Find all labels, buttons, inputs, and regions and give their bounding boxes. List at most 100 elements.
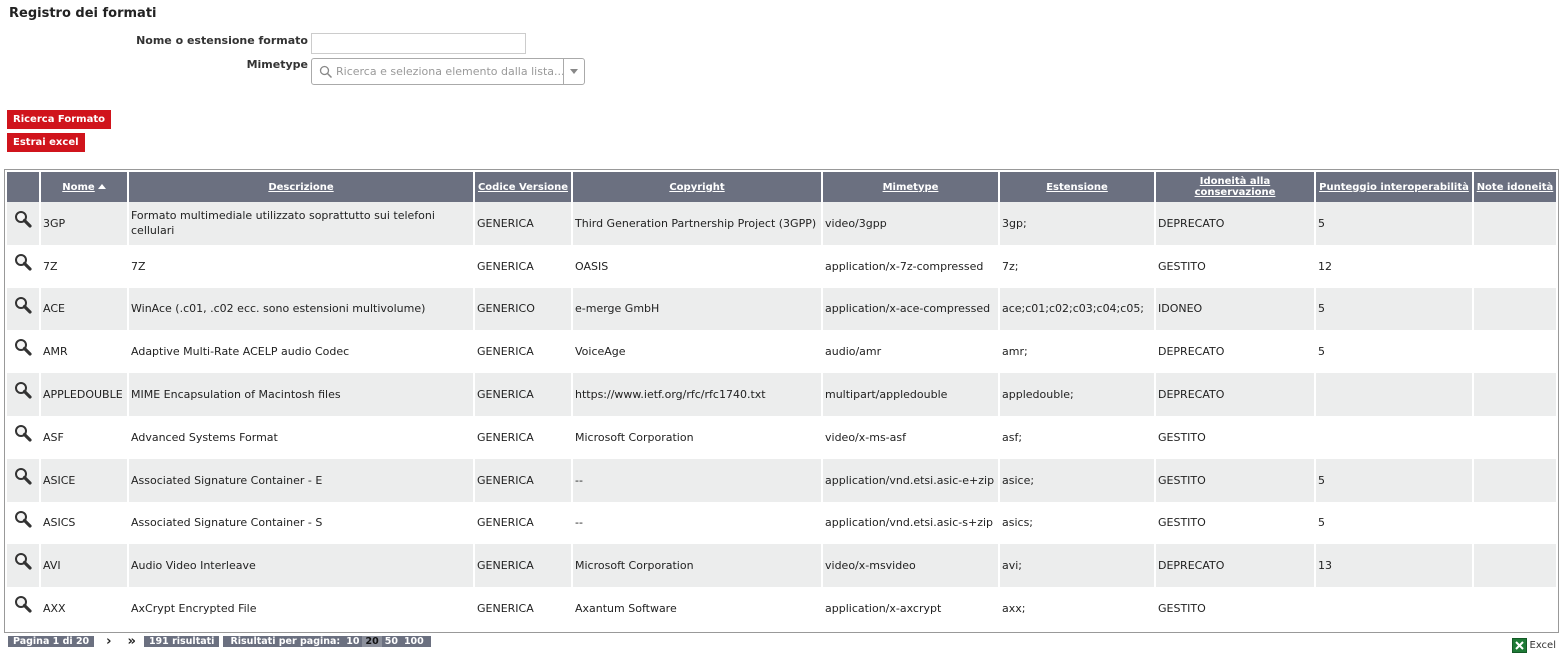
- cell-copyright: Microsoft Corporation: [573, 415, 821, 459]
- cell-nome: APPLEDOUBLE: [41, 373, 127, 416]
- col-header-codice-versione[interactable]: Codice Versione: [475, 170, 571, 202]
- mimetype-dropdown-toggle[interactable]: [563, 59, 584, 84]
- magnifier-icon[interactable]: [14, 424, 32, 442]
- magnifier-icon[interactable]: [14, 338, 32, 356]
- cell-idoneita: DEPRECATO: [1156, 330, 1314, 374]
- cell-punteggio: [1316, 373, 1472, 416]
- cell-punteggio: 12: [1316, 244, 1472, 288]
- magnifier-icon[interactable]: [14, 381, 32, 399]
- col-header-estensione[interactable]: Estensione: [1000, 170, 1154, 202]
- cell-nome: ASF: [41, 415, 127, 459]
- cell-note: [1474, 202, 1556, 245]
- magnifier-icon[interactable]: [14, 253, 32, 271]
- cell-codice: GENERICA: [475, 330, 571, 374]
- cell-mimetype: video/3gpp: [823, 202, 998, 245]
- page-title: Registro dei formati: [9, 6, 157, 21]
- per-page-option[interactable]: 100: [401, 636, 427, 647]
- view-row-cell: [7, 330, 39, 374]
- cell-codice: GENERICA: [475, 244, 571, 288]
- cell-mimetype: video/x-ms-asf: [823, 415, 998, 459]
- cell-estensione: 3gp;: [1000, 202, 1154, 245]
- col-header-idoneita[interactable]: Idoneità alla conservazione: [1156, 170, 1314, 202]
- mimetype-select[interactable]: Ricerca e seleziona elemento dalla lista…: [311, 58, 585, 85]
- col-header-nome-label: Nome: [62, 181, 95, 193]
- table-row: AMR Adaptive Multi-Rate ACELP audio Codec…: [7, 330, 1556, 374]
- per-page-selector: Risultati per pagina: 10 20 50 100: [223, 636, 431, 647]
- col-header-copyright[interactable]: Copyright: [573, 170, 821, 202]
- cell-mimetype: audio/amr: [823, 330, 998, 374]
- cell-idoneita: DEPRECATO: [1156, 544, 1314, 588]
- cell-codice: GENERICA: [475, 458, 571, 502]
- per-page-option[interactable]: 50: [382, 636, 401, 647]
- cell-nome: AXX: [41, 587, 127, 630]
- col-header-view: [7, 170, 39, 202]
- cell-descrizione: WinAce (.c01, .c02 ecc. sono estensioni …: [129, 287, 473, 331]
- per-page-option[interactable]: 10: [343, 636, 362, 647]
- cell-idoneita: DEPRECATO: [1156, 202, 1314, 245]
- cell-note: [1474, 330, 1556, 374]
- magnifier-icon[interactable]: [14, 210, 32, 228]
- cell-mimetype: application/x-axcrypt: [823, 587, 998, 630]
- cell-descrizione: Formato multimediale utilizzato soprattu…: [129, 202, 473, 245]
- view-row-cell: [7, 415, 39, 459]
- cell-copyright: --: [573, 458, 821, 502]
- magnifier-icon[interactable]: [14, 510, 32, 528]
- cell-punteggio: 5: [1316, 202, 1472, 245]
- cell-copyright: e-merge GmbH: [573, 287, 821, 331]
- table-row: 7Z 7Z GENERICA OASIS application/x-7z-compre…: [7, 244, 1556, 288]
- magnifier-icon[interactable]: [14, 552, 32, 570]
- cell-nome: ASICE: [41, 458, 127, 502]
- cell-estensione: ace;c01;c02;c03;c04;c05;: [1000, 287, 1154, 331]
- view-row-cell: [7, 587, 39, 630]
- view-row-cell: [7, 287, 39, 331]
- excel-export-link[interactable]: Excel: [1511, 638, 1556, 653]
- export-excel-button[interactable]: Estrai excel: [7, 133, 85, 152]
- cell-estensione: avi;: [1000, 544, 1154, 588]
- cell-nome: AMR: [41, 330, 127, 374]
- magnifier-icon[interactable]: [14, 296, 32, 314]
- cell-copyright: OASIS: [573, 244, 821, 288]
- excel-icon: [1511, 638, 1527, 653]
- table-row: AXX AxCrypt Encrypted File GENERICA Axantum…: [7, 587, 1556, 630]
- cell-estensione: appledouble;: [1000, 373, 1154, 416]
- cell-punteggio: 5: [1316, 501, 1472, 545]
- col-header-mimetype[interactable]: Mimetype: [823, 170, 998, 202]
- cell-estensione: 7z;: [1000, 244, 1154, 288]
- cell-note: [1474, 415, 1556, 459]
- cell-punteggio: [1316, 415, 1472, 459]
- col-header-nome[interactable]: Nome: [41, 170, 127, 202]
- cell-descrizione: AxCrypt Encrypted File: [129, 587, 473, 630]
- cell-codice: GENERICO: [475, 287, 571, 331]
- cell-note: [1474, 501, 1556, 545]
- last-page-button[interactable]: »: [128, 635, 136, 648]
- col-header-punteggio[interactable]: Punteggio interoperabilità: [1316, 170, 1472, 202]
- cell-note: [1474, 244, 1556, 288]
- col-header-note[interactable]: Note idoneità: [1474, 170, 1556, 202]
- cell-copyright: Axantum Software: [573, 587, 821, 630]
- name-input[interactable]: [311, 33, 526, 54]
- table-row: 3GP Formato multimediale utilizzato sopra…: [7, 202, 1556, 245]
- cell-mimetype: application/x-ace-compressed: [823, 287, 998, 331]
- cell-nome: ASICS: [41, 501, 127, 545]
- search-format-button[interactable]: Ricerca Formato: [7, 110, 111, 129]
- cell-codice: GENERICA: [475, 415, 571, 459]
- cell-estensione: asice;: [1000, 458, 1154, 502]
- cell-codice: GENERICA: [475, 501, 571, 545]
- cell-mimetype: application/vnd.etsi.asic-s+zip: [823, 501, 998, 545]
- cell-idoneita: GESTITO: [1156, 587, 1314, 630]
- col-header-descrizione[interactable]: Descrizione: [129, 170, 473, 202]
- name-field-label: Nome o estensione formato: [136, 34, 308, 47]
- magnifier-icon[interactable]: [14, 595, 32, 613]
- per-page-option[interactable]: 20: [362, 636, 382, 647]
- cell-descrizione: Adaptive Multi-Rate ACELP audio Codec: [129, 330, 473, 374]
- table-row: ASICE Associated Signature Container - EG…: [7, 458, 1556, 502]
- mimetype-placeholder: Ricerca e seleziona elemento dalla lista…: [336, 65, 563, 78]
- cell-nome: 7Z: [41, 244, 127, 288]
- results-count: 191 risultati: [143, 636, 220, 647]
- cell-mimetype: application/vnd.etsi.asic-e+zip: [823, 458, 998, 502]
- cell-estensione: asf;: [1000, 415, 1154, 459]
- next-page-button[interactable]: ›: [106, 635, 111, 648]
- cell-note: [1474, 373, 1556, 416]
- magnifier-icon[interactable]: [14, 467, 32, 485]
- cell-descrizione: Advanced Systems Format: [129, 415, 473, 459]
